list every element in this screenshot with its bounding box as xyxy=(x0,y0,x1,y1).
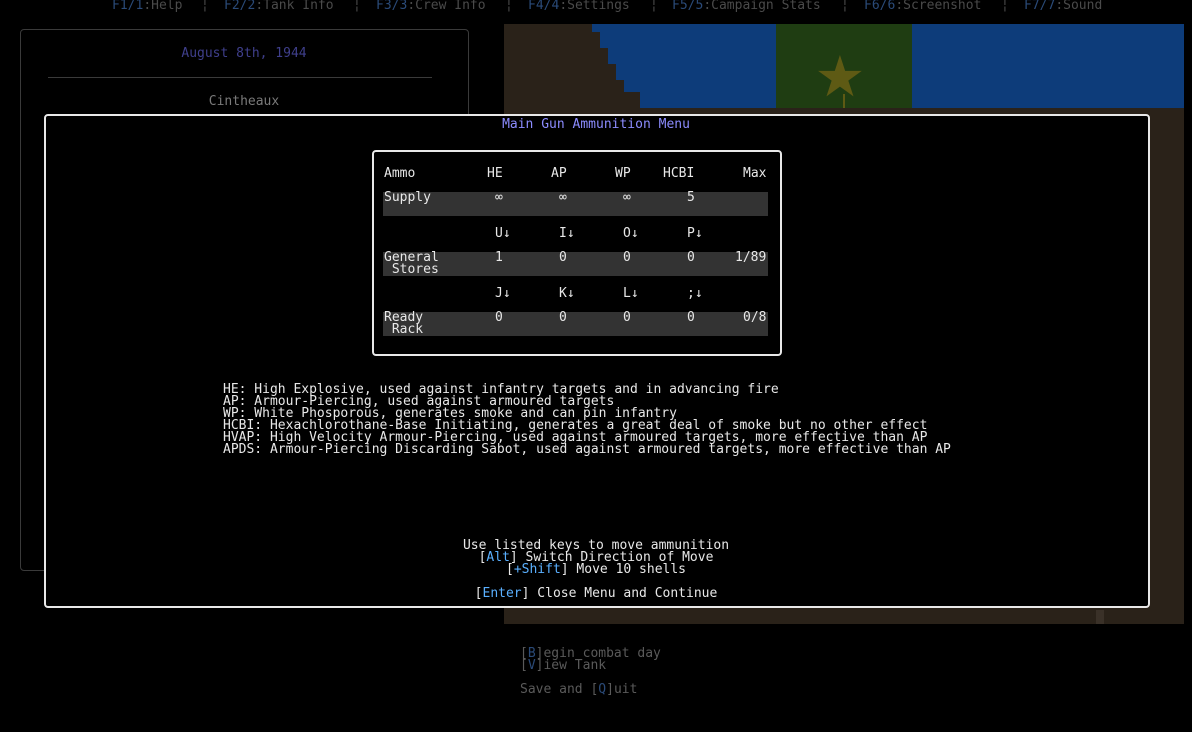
key-semicolon[interactable]: ;↓ xyxy=(687,287,703,300)
ready-he: 0 xyxy=(495,310,503,325)
key-k[interactable]: K↓ xyxy=(559,287,575,300)
general-stores-label-2: Stores xyxy=(384,262,439,277)
general-row-shade xyxy=(383,252,768,276)
divider xyxy=(48,77,432,78)
function-key-bar: F1/1:Help ¦ F2/2:Tank Info ¦ F3/3:Crew I… xyxy=(0,0,1192,18)
separator: ¦ xyxy=(505,0,513,13)
ready-ap: 0 xyxy=(559,310,567,325)
move-ten-shells-hint[interactable]: [+Shift] Move 10 shells xyxy=(0,563,1192,576)
close-menu-button[interactable]: [Enter] Close Menu and Continue xyxy=(0,587,1192,600)
supply-ap: ∞ xyxy=(559,190,567,205)
campaign-location: Cintheaux xyxy=(208,94,280,109)
settings-key[interactable]: F4/4:Settings xyxy=(528,0,630,12)
ready-rack-label-2: Rack xyxy=(384,322,424,337)
supply-label: Supply xyxy=(384,190,431,205)
flag-pole xyxy=(843,94,845,108)
key-p[interactable]: P↓ xyxy=(687,227,703,240)
supply-he: ∞ xyxy=(495,190,503,205)
ready-max: 0/8 xyxy=(743,310,767,325)
key-l[interactable]: L↓ xyxy=(623,287,639,300)
view-tank-option[interactable]: [V]iew Tank xyxy=(520,659,606,672)
star-icon: ★ xyxy=(815,24,865,116)
save-and-quit-option[interactable]: Save and [Q]uit xyxy=(520,683,637,696)
supply-row-shade xyxy=(383,192,768,216)
campaign-stats-key[interactable]: F5/5:Campaign Stats xyxy=(672,0,821,12)
key-o[interactable]: O↓ xyxy=(623,227,639,240)
general-max: 1/89 xyxy=(735,250,767,265)
header-ap: AP xyxy=(551,166,567,181)
separator: ¦ xyxy=(353,0,361,13)
separator: ¦ xyxy=(650,0,658,13)
general-he: 1 xyxy=(495,250,503,265)
crew-info-key[interactable]: F3/3:Crew Info xyxy=(376,0,486,12)
header-ammo: Ammo xyxy=(384,166,416,181)
key-u[interactable]: U↓ xyxy=(495,227,511,240)
ready-row-shade xyxy=(383,312,768,336)
general-hcbi: 0 xyxy=(687,250,695,265)
general-ap: 0 xyxy=(559,250,567,265)
header-he: HE xyxy=(487,166,503,181)
map-edge xyxy=(1096,610,1104,624)
general-wp: 0 xyxy=(623,250,631,265)
key-j[interactable]: J↓ xyxy=(495,287,511,300)
ready-hcbi: 0 xyxy=(687,310,695,325)
key-i[interactable]: I↓ xyxy=(559,227,575,240)
separator: ¦ xyxy=(1001,0,1009,13)
campaign-date: August 8th, 1944 xyxy=(181,46,307,61)
supply-wp: ∞ xyxy=(623,190,631,205)
header-hcbi: HCBI xyxy=(663,166,695,181)
supply-hcbi: 5 xyxy=(687,190,695,205)
header-max: Max xyxy=(743,166,767,181)
header-wp: WP xyxy=(615,166,631,181)
tank-info-key[interactable]: F2/2:Tank Info xyxy=(224,0,334,12)
dialog-title: Main Gun Ammunition Menu xyxy=(502,117,690,132)
help-key[interactable]: F1/1:Help xyxy=(112,0,182,12)
desc-apds: APDS: Armour-Piercing Discarding Sabot, … xyxy=(223,442,951,457)
separator: ¦ xyxy=(201,0,209,13)
screenshot-key[interactable]: F6/6:Screenshot xyxy=(864,0,981,12)
separator: ¦ xyxy=(841,0,849,13)
sound-key[interactable]: F7/7:Sound xyxy=(1024,0,1102,12)
ready-wp: 0 xyxy=(623,310,631,325)
